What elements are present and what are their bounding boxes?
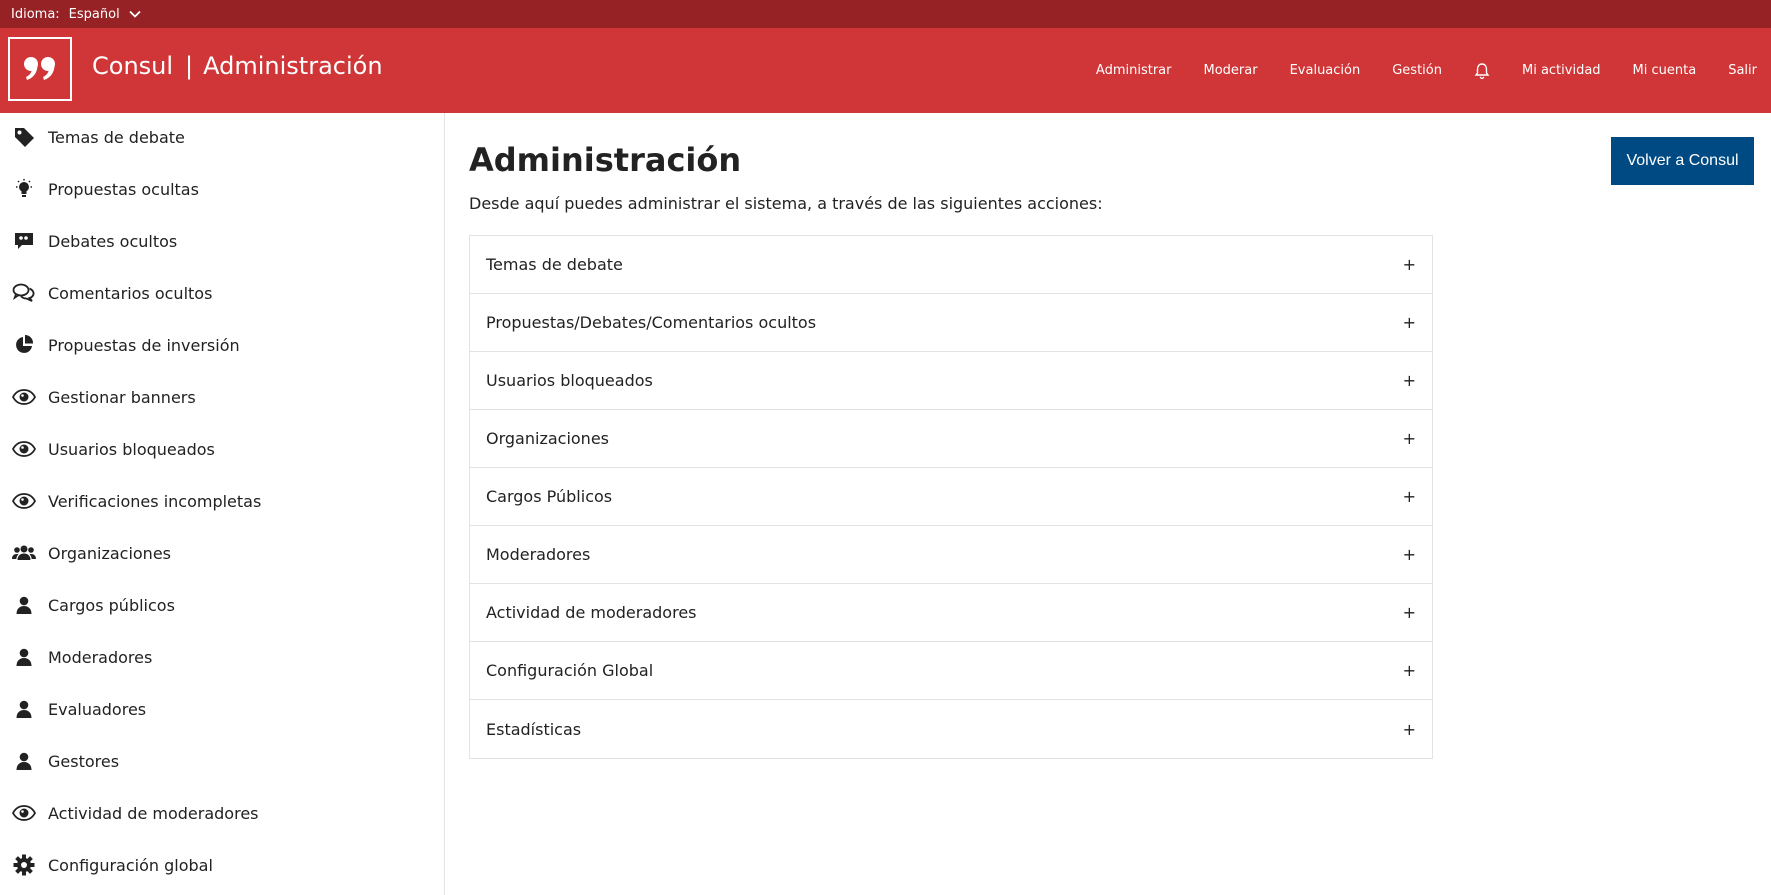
sidebar-item-gestionar-banners[interactable]: Gestionar banners bbox=[0, 377, 444, 417]
page-description: Desde aquí puedes administrar el sistema… bbox=[469, 194, 1103, 213]
brand-separator: | bbox=[185, 52, 194, 80]
plus-icon: + bbox=[1402, 371, 1416, 390]
chevron-down-icon bbox=[128, 7, 142, 21]
sidebar-item-label: Gestionar banners bbox=[48, 387, 196, 407]
sidebar-item-label: Usuarios bloqueados bbox=[48, 439, 215, 459]
sidebar-item-comentarios-ocultos[interactable]: Comentarios ocultos bbox=[0, 273, 444, 313]
user-icon bbox=[12, 698, 36, 720]
user-icon bbox=[12, 594, 36, 616]
quote-logo-icon bbox=[24, 57, 55, 80]
sidebar-item-label: Moderadores bbox=[48, 647, 153, 667]
app-header: Consul | Administración Administrar Mode… bbox=[0, 28, 1771, 113]
accordion-item-configuracion-global[interactable]: Configuración Global + bbox=[470, 642, 1432, 700]
accordion-item-usuarios-bloqueados[interactable]: Usuarios bloqueados + bbox=[470, 352, 1432, 410]
accordion-title: Organizaciones bbox=[486, 429, 609, 448]
accordion-title: Actividad de moderadores bbox=[486, 603, 697, 622]
brand-section: Administración bbox=[203, 52, 383, 80]
sidebar-item-label: Cargos públicos bbox=[48, 595, 175, 615]
accordion-title: Cargos Públicos bbox=[486, 487, 613, 506]
user-icon bbox=[12, 750, 36, 772]
plus-icon: + bbox=[1402, 429, 1416, 448]
accordion-item-temas-de-debate[interactable]: Temas de debate + bbox=[470, 236, 1432, 294]
sidebar-item-usuarios-bloqueados[interactable]: Usuarios bloqueados bbox=[0, 429, 444, 469]
sidebar-item-label: Actividad de moderadores bbox=[48, 803, 259, 823]
top-navigation: Administrar Moderar Evaluación Gestión M… bbox=[1064, 28, 1757, 113]
sidebar-item-evaluadores[interactable]: Evaluadores bbox=[0, 689, 444, 729]
sidebar-item-label: Propuestas ocultas bbox=[48, 179, 199, 199]
pie-chart-icon bbox=[12, 334, 36, 356]
plus-icon: + bbox=[1402, 545, 1416, 564]
sidebar-item-label: Verificaciones incompletas bbox=[48, 491, 262, 511]
quote-bubble-icon bbox=[12, 230, 36, 252]
sidebar-item-label: Configuración global bbox=[48, 855, 213, 875]
nav-mi-cuenta[interactable]: Mi cuenta bbox=[1633, 63, 1697, 78]
sidebar-item-temas-de-debate[interactable]: Temas de debate bbox=[0, 117, 444, 157]
language-value: Español bbox=[68, 6, 120, 22]
language-bar: Idioma: Español bbox=[0, 0, 1771, 28]
accordion-title: Usuarios bloqueados bbox=[486, 371, 653, 390]
sidebar-item-label: Temas de debate bbox=[48, 127, 185, 147]
group-icon bbox=[12, 542, 36, 564]
gear-icon bbox=[12, 854, 36, 876]
sidebar-item-gestores[interactable]: Gestores bbox=[0, 741, 444, 781]
accordion-item-actividad-de-moderadores[interactable]: Actividad de moderadores + bbox=[470, 584, 1432, 642]
accordion-title: Configuración Global bbox=[486, 661, 654, 680]
accordion-title: Estadísticas bbox=[486, 719, 582, 739]
nav-salir[interactable]: Salir bbox=[1728, 63, 1757, 78]
nav-mi-actividad[interactable]: Mi actividad bbox=[1522, 63, 1601, 78]
eye-icon bbox=[12, 490, 36, 512]
sidebar-item-propuestas-de-inversion[interactable]: Propuestas de inversión bbox=[0, 325, 444, 365]
consul-logo[interactable] bbox=[8, 37, 72, 101]
sidebar-item-label: Gestores bbox=[48, 751, 120, 771]
plus-icon: + bbox=[1402, 313, 1416, 332]
accordion-item-moderadores[interactable]: Moderadores + bbox=[470, 526, 1432, 584]
tag-icon bbox=[12, 126, 36, 148]
bell-icon[interactable] bbox=[1474, 62, 1490, 80]
user-icon bbox=[12, 646, 36, 668]
accordion-title: Temas de debate bbox=[486, 255, 623, 274]
sidebar-item-label: Comentarios ocultos bbox=[48, 283, 213, 303]
eye-icon bbox=[12, 386, 36, 408]
plus-icon: + bbox=[1402, 255, 1416, 274]
sidebar-item-verificaciones-incompletas[interactable]: Verificaciones incompletas bbox=[0, 481, 444, 521]
sidebar-item-label: Propuestas de inversión bbox=[48, 335, 240, 355]
lightbulb-icon bbox=[12, 178, 36, 200]
page-title: Administración bbox=[469, 141, 742, 179]
language-label: Idioma: bbox=[11, 6, 60, 22]
sidebar-item-label: Evaluadores bbox=[48, 699, 147, 719]
eye-icon bbox=[12, 438, 36, 460]
plus-icon: + bbox=[1402, 487, 1416, 506]
accordion-item-ocultos[interactable]: Propuestas/Debates/Comentarios ocultos + bbox=[470, 294, 1432, 352]
sidebar-item-moderadores[interactable]: Moderadores bbox=[0, 637, 444, 677]
sidebar-item-label: Organizaciones bbox=[48, 543, 171, 563]
nav-administrar[interactable]: Administrar bbox=[1096, 63, 1172, 78]
sidebar-item-actividad-de-moderadores[interactable]: Actividad de moderadores bbox=[0, 793, 444, 833]
sidebar-item-organizaciones[interactable]: Organizaciones bbox=[0, 533, 444, 573]
language-select[interactable]: Español bbox=[69, 7, 142, 22]
brand-title[interactable]: Consul | Administración bbox=[92, 52, 383, 80]
accordion-item-cargos-publicos[interactable]: Cargos Públicos + bbox=[470, 468, 1432, 526]
plus-icon: + bbox=[1402, 661, 1416, 680]
plus-icon: + bbox=[1402, 719, 1416, 739]
accordion-title: Propuestas/Debates/Comentarios ocultos bbox=[486, 313, 817, 332]
sidebar-item-propuestas-ocultas[interactable]: Propuestas ocultas bbox=[0, 169, 444, 209]
comments-icon bbox=[12, 282, 36, 304]
sidebar-item-debates-ocultos[interactable]: Debates ocultos bbox=[0, 221, 444, 261]
back-to-consul-button[interactable]: Volver a Consul bbox=[1611, 137, 1754, 185]
brand-name: Consul bbox=[92, 52, 174, 80]
sidebar: Temas de debate Propuestas ocultas Debat… bbox=[0, 113, 445, 895]
nav-moderar[interactable]: Moderar bbox=[1204, 63, 1258, 78]
sidebar-item-label: Debates ocultos bbox=[48, 231, 178, 251]
plus-icon: + bbox=[1402, 603, 1416, 622]
sidebar-item-configuracion-global[interactable]: Configuración global bbox=[0, 845, 444, 885]
accordion-item-organizaciones[interactable]: Organizaciones + bbox=[470, 410, 1432, 468]
accordion-title: Moderadores bbox=[486, 545, 591, 564]
admin-accordion: Temas de debate + Propuestas/Debates/Com… bbox=[469, 235, 1433, 759]
eye-icon bbox=[12, 802, 36, 824]
nav-gestion[interactable]: Gestión bbox=[1392, 63, 1442, 78]
accordion-item-estadisticas[interactable]: Estadísticas + bbox=[470, 700, 1432, 758]
sidebar-item-cargos-publicos[interactable]: Cargos públicos bbox=[0, 585, 444, 625]
nav-evaluacion[interactable]: Evaluación bbox=[1290, 63, 1361, 78]
